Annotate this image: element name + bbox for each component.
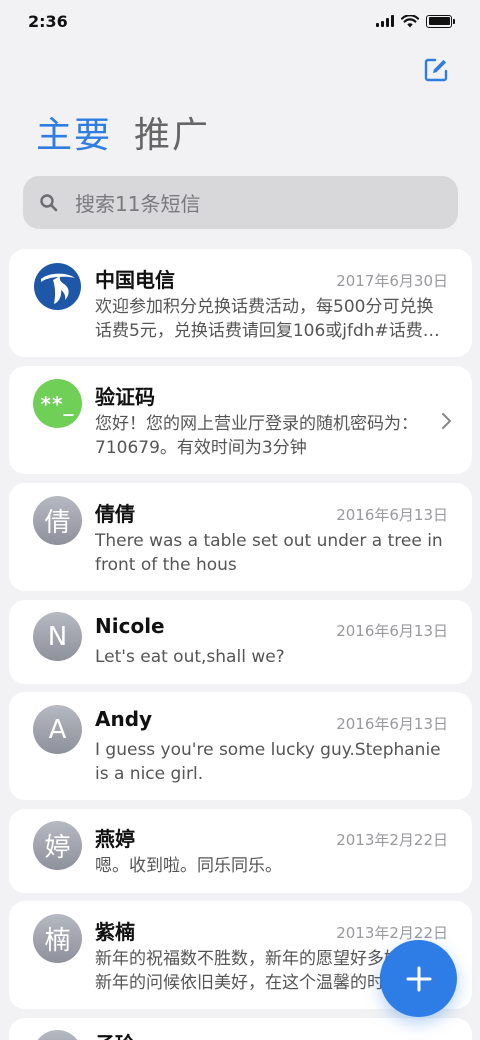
thread-preview: Let's eat out,shall we? bbox=[95, 647, 285, 667]
avatar: 婷 bbox=[33, 821, 82, 870]
thread-preview: 欢迎参加积分兑换话费活动，每500分可兑换话费5元，兑换话费请回复106或jfd… bbox=[95, 297, 440, 341]
chevron-right-icon bbox=[442, 413, 451, 429]
message-thread[interactable]: 婷 燕婷 2013年2月22日 嗯。收到啦。同乐同乐。 bbox=[9, 809, 472, 893]
avatar: N bbox=[33, 612, 82, 661]
tab-promotions[interactable]: 推广 bbox=[134, 106, 210, 158]
message-thread[interactable]: A Andy 2016年6月13日 I guess you're some lu… bbox=[9, 692, 472, 800]
status-icons bbox=[376, 14, 455, 28]
thread-name: Andy bbox=[95, 707, 153, 731]
signal-icon bbox=[376, 15, 394, 27]
avatar: 倩 bbox=[33, 496, 82, 545]
message-thread[interactable]: N Nicole 2016年6月13日 Let's eat out,shall … bbox=[9, 600, 472, 684]
thread-name: 验证码 bbox=[95, 385, 155, 409]
avatar: 楠 bbox=[33, 914, 82, 963]
wifi-icon bbox=[401, 14, 419, 27]
thread-date: 2016年6月13日 bbox=[336, 715, 448, 733]
thread-date: 2013年2月22日 bbox=[336, 831, 448, 849]
message-thread[interactable]: 倩 倩倩 2016年6月13日 There was a table set ou… bbox=[9, 483, 472, 591]
thread-date: 2013年2月22日 bbox=[336, 924, 448, 942]
message-thread[interactable]: 中国电信 2017年6月30日 欢迎参加积分兑换话费活动，每500分可兑换话费5… bbox=[9, 249, 472, 357]
thread-name: 倩倩 bbox=[95, 502, 135, 526]
tab-bar: 主要 推广 bbox=[36, 106, 210, 158]
telecom-logo-icon bbox=[33, 262, 82, 311]
battery-icon bbox=[426, 14, 455, 28]
search-icon bbox=[39, 193, 59, 213]
thread-name: 子玲 bbox=[95, 1028, 135, 1040]
thread-preview: There was a table set out under a tree i… bbox=[95, 531, 443, 575]
search-placeholder: 搜索11条短信 bbox=[75, 192, 201, 216]
thread-date: 2016年6月13日 bbox=[336, 622, 448, 640]
avatar: A bbox=[33, 705, 82, 754]
search-input[interactable]: 搜索11条短信 bbox=[23, 176, 458, 229]
thread-date: 2016年6月13日 bbox=[336, 506, 448, 524]
thread-preview: 您好！您的网上营业厅登录的随机密码为：710679。有效时间为3分钟 bbox=[95, 414, 418, 458]
avatar bbox=[33, 1030, 82, 1040]
compose-icon bbox=[424, 58, 448, 82]
status-time: 2:36 bbox=[28, 11, 68, 31]
thread-date: 2017年6月30日 bbox=[336, 272, 448, 290]
new-message-button[interactable] bbox=[380, 940, 457, 1017]
avatar: **_ bbox=[33, 379, 82, 428]
status-bar: 2:36 bbox=[0, 0, 480, 42]
plus-icon bbox=[406, 966, 431, 991]
thread-name: 燕婷 bbox=[95, 827, 135, 851]
thread-preview: I guess you're some lucky guy.Stephanie … bbox=[95, 740, 441, 784]
compose-button[interactable] bbox=[420, 54, 452, 86]
message-thread[interactable]: 子玲 bbox=[9, 1018, 472, 1040]
tab-primary[interactable]: 主要 bbox=[36, 106, 112, 158]
thread-name: 紫楠 bbox=[95, 920, 135, 944]
thread-name: 中国电信 bbox=[95, 268, 175, 292]
message-thread[interactable]: **_ 验证码 您好！您的网上营业厅登录的随机密码为：710679。有效时间为3… bbox=[9, 366, 472, 474]
thread-name: Nicole bbox=[95, 614, 165, 638]
thread-preview: 嗯。收到啦。同乐同乐。 bbox=[95, 856, 282, 876]
